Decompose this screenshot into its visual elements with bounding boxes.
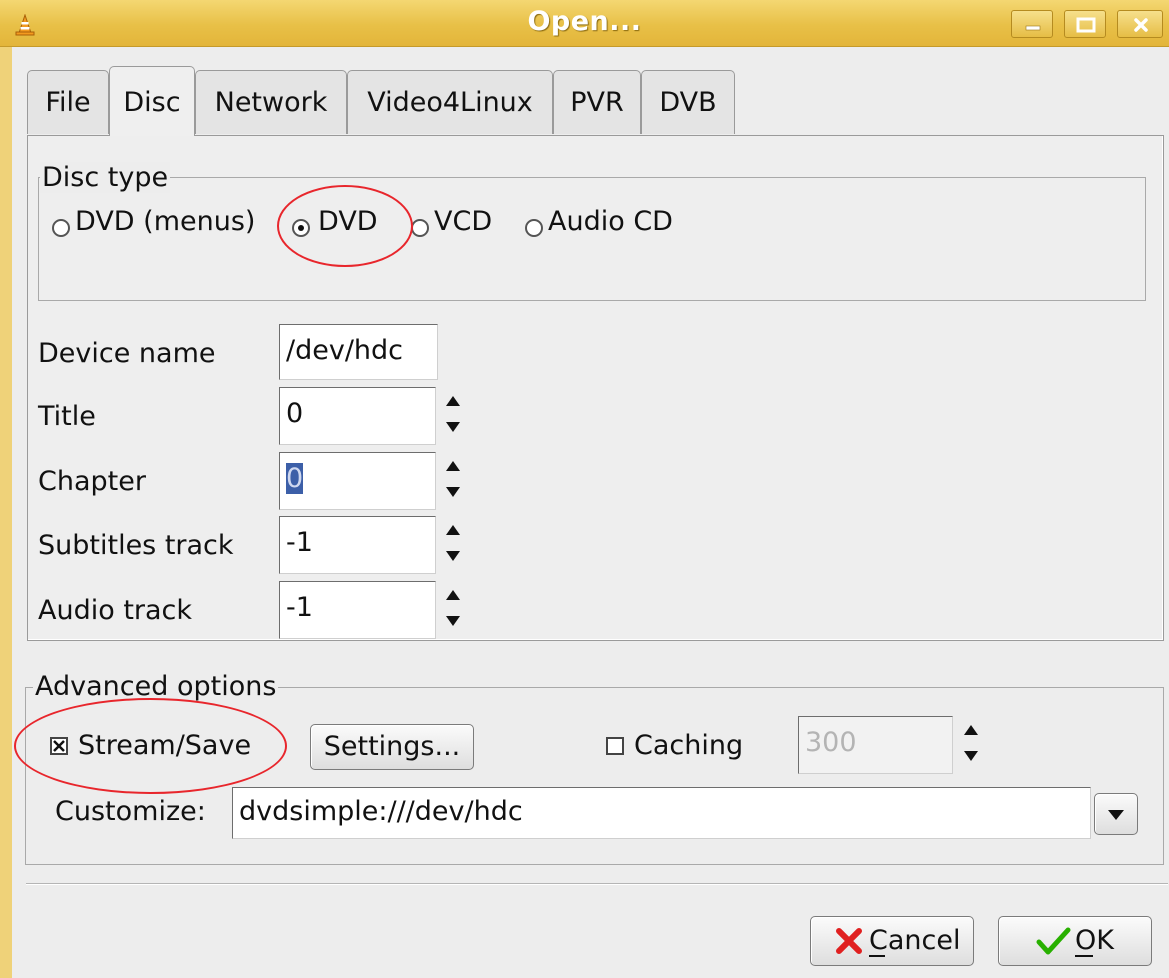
caching-label[interactable]: Caching	[634, 730, 743, 761]
title-spinner[interactable]	[442, 390, 464, 438]
chapter-selected-text: 0	[286, 463, 304, 494]
disc-type-legend: Disc type	[40, 162, 171, 193]
tab-dvb[interactable]: DVB	[641, 70, 735, 134]
customize-dropdown-button[interactable]	[1094, 793, 1138, 835]
subtitles-track-label: Subtitles track	[38, 530, 234, 561]
chapter-label: Chapter	[38, 466, 146, 497]
minimize-icon	[1025, 25, 1041, 31]
tab-pvr[interactable]: PVR	[553, 70, 641, 134]
annotation-circle-dvd	[277, 185, 413, 267]
chevron-down-icon	[1108, 810, 1124, 820]
cancel-button[interactable]: Cancel	[810, 916, 974, 966]
maximize-button[interactable]	[1064, 10, 1106, 38]
customize-label: Customize:	[55, 796, 206, 827]
title-input[interactable]: 0	[279, 387, 436, 445]
customize-input[interactable]: dvdsimple:///dev/hdc	[232, 787, 1091, 839]
subtitles-track-input[interactable]: -1	[279, 516, 436, 574]
radio-vcd[interactable]	[411, 219, 429, 237]
spin-down-icon	[446, 487, 460, 497]
minimize-button[interactable]	[1011, 10, 1053, 38]
ok-button[interactable]: OK	[998, 916, 1152, 966]
caching-input[interactable]: 300	[798, 716, 953, 774]
cancel-x-icon	[836, 928, 862, 954]
title-bar[interactable]: Open...	[0, 0, 1169, 47]
ok-check-icon	[1036, 927, 1071, 955]
chapter-input[interactable]: 0	[279, 452, 436, 510]
tab-network[interactable]: Network	[195, 70, 347, 134]
subtitles-track-spinner[interactable]	[442, 519, 464, 567]
close-button[interactable]	[1117, 10, 1163, 38]
tab-file[interactable]: File	[27, 70, 109, 134]
title-label: Title	[38, 401, 96, 432]
spin-up-icon	[446, 590, 460, 600]
open-dialog: File Disc Network Video4Linux PVR DVB Di…	[12, 47, 1169, 978]
cancel-button-label: Cancel	[869, 925, 961, 956]
separator	[26, 883, 1168, 885]
close-icon	[1134, 18, 1148, 32]
device-name-label: Device name	[38, 338, 216, 369]
spin-down-icon	[446, 551, 460, 561]
audio-track-label: Audio track	[38, 595, 193, 626]
spin-down-icon	[446, 422, 460, 432]
spin-down-icon	[446, 616, 460, 626]
spin-up-icon	[446, 396, 460, 406]
radio-dvd-menus-label[interactable]: DVD (menus)	[75, 206, 255, 237]
ok-button-label: OK	[1075, 925, 1114, 956]
maximize-icon	[1076, 17, 1096, 33]
annotation-circle-stream-save	[14, 698, 287, 794]
settings-button[interactable]: Settings...	[310, 724, 474, 770]
spin-up-icon	[446, 461, 460, 471]
radio-audio-cd[interactable]	[525, 219, 543, 237]
spin-up-icon	[964, 725, 978, 735]
radio-vcd-label[interactable]: VCD	[434, 206, 492, 237]
tab-video4linux[interactable]: Video4Linux	[347, 70, 553, 134]
disc-panel: Disc type DVD (menus) DVD VCD Audio CD D…	[27, 135, 1164, 641]
spin-down-icon	[964, 751, 978, 761]
disc-type-group	[38, 177, 1146, 301]
chapter-spinner[interactable]	[442, 455, 464, 503]
tab-disc[interactable]: Disc	[109, 66, 195, 136]
device-name-input[interactable]: /dev/hdc	[279, 324, 438, 380]
spin-up-icon	[446, 525, 460, 535]
caching-spinner[interactable]	[960, 719, 982, 767]
window-title: Open...	[527, 6, 642, 37]
ok-mnemonic-underline	[1075, 955, 1093, 957]
caching-checkbox[interactable]	[606, 737, 624, 755]
radio-dvd-menus[interactable]	[52, 219, 70, 237]
audio-track-spinner[interactable]	[442, 584, 464, 632]
cancel-mnemonic-underline	[869, 955, 885, 957]
audio-track-input[interactable]: -1	[279, 581, 436, 639]
radio-audio-cd-label[interactable]: Audio CD	[548, 206, 673, 237]
